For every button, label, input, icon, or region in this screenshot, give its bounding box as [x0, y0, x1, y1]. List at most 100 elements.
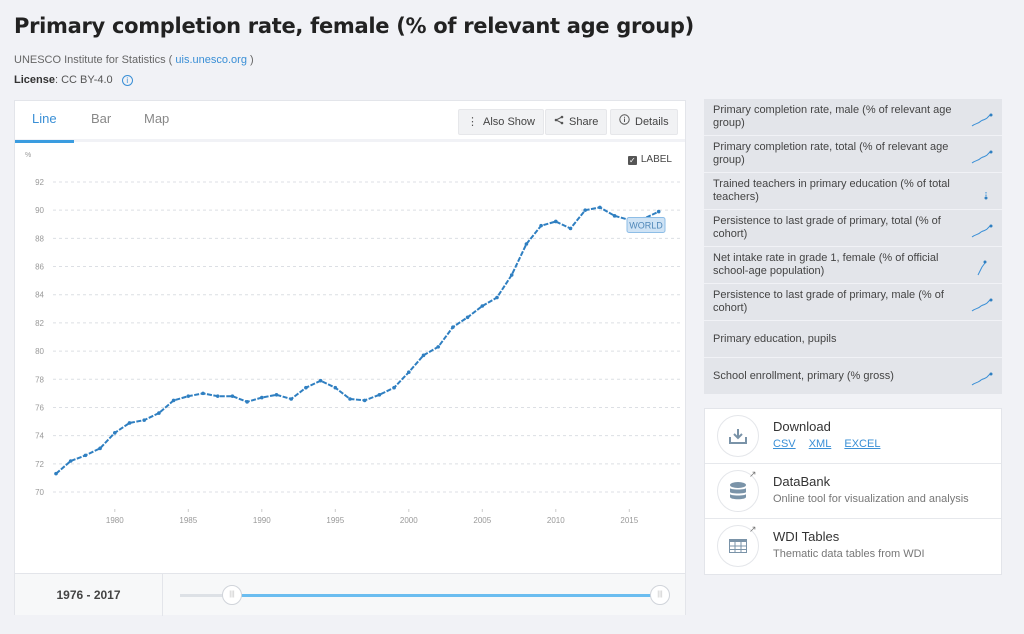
tools-panel: Download CSV XML EXCEL ↗ DataBank Online… [704, 408, 1002, 575]
data-point [157, 411, 161, 415]
license-label: License [14, 74, 55, 86]
data-point [83, 453, 88, 458]
download-csv-link[interactable]: CSV [773, 438, 796, 450]
range-slider-end-handle[interactable]: ||| [650, 585, 670, 605]
source-suffix: ) [250, 54, 254, 66]
x-tick-label: 1990 [253, 516, 271, 525]
y-tick-label: 80 [35, 347, 44, 356]
databank-tool[interactable]: ↗ DataBank Online tool for visualization… [705, 464, 1001, 519]
y-axis-unit-label: % [25, 152, 31, 159]
wdi-tables-subtitle: Thematic data tables from WDI [773, 548, 925, 560]
external-link-icon: ↗ [749, 524, 757, 534]
data-point [289, 397, 294, 401]
data-point [612, 214, 617, 218]
external-link-icon: ↗ [749, 469, 757, 479]
related-indicator-item[interactable]: Net intake rate in grade 1, female (% of… [704, 247, 1002, 284]
y-tick-label: 84 [35, 291, 44, 300]
related-indicator-item[interactable]: Primary completion rate, male (% of rele… [704, 99, 1002, 136]
x-tick-label: 2015 [620, 516, 638, 525]
y-tick-label: 72 [35, 460, 44, 469]
data-point [68, 459, 73, 463]
range-slider-start-handle[interactable]: ||| [222, 585, 242, 605]
y-tick-label: 70 [35, 488, 44, 497]
y-tick-label: 74 [35, 432, 44, 441]
license-line: License: CC BY-4.0 i [14, 74, 133, 86]
data-point [333, 385, 338, 390]
data-point [230, 394, 235, 398]
data-point [421, 353, 426, 358]
data-point [142, 418, 146, 422]
data-point [509, 273, 514, 277]
related-indicator-label: Persistence to last grade of primary, to… [713, 215, 941, 240]
y-tick-label: 76 [35, 403, 44, 412]
data-point [451, 325, 455, 329]
databank-subtitle: Online tool for visualization and analys… [773, 493, 969, 505]
data-point [127, 421, 132, 425]
data-point [186, 394, 191, 398]
wdi-tables-title[interactable]: WDI Tables [773, 529, 839, 544]
y-tick-label: 92 [35, 178, 44, 187]
data-point [171, 398, 176, 403]
y-tick-label: 86 [35, 263, 44, 272]
source-line: UNESCO Institute for Statistics ( uis.un… [14, 54, 254, 66]
license-value: : CC BY-4.0 [54, 74, 113, 86]
year-range: 1976 - 2017 [15, 574, 163, 616]
sparkline-icon [977, 260, 987, 276]
databank-title[interactable]: DataBank [773, 474, 830, 489]
data-point [554, 219, 558, 224]
data-point [201, 391, 205, 396]
data-point [54, 471, 58, 476]
data-point [568, 226, 573, 231]
data-point [598, 205, 602, 210]
download-xml-link[interactable]: XML [809, 438, 832, 450]
data-point [495, 295, 499, 300]
sparkline-icon [971, 298, 993, 312]
download-links: CSV XML EXCEL [773, 438, 890, 450]
series-line-world [55, 206, 660, 475]
data-point [407, 370, 411, 375]
info-icon[interactable]: i [121, 75, 133, 86]
related-indicator-label: School enrollment, primary (% gross) [713, 370, 894, 382]
wdi-tables-tool[interactable]: ↗ WDI Tables Thematic data tables from W… [705, 519, 1001, 574]
related-indicator-item[interactable]: Primary education, pupils [704, 321, 1002, 358]
x-tick-label: 1995 [326, 516, 344, 525]
data-point [304, 385, 308, 390]
x-tick-label: 2010 [547, 516, 565, 525]
sparkline-icon [971, 150, 993, 164]
related-indicator-label: Primary completion rate, male (% of rele… [713, 104, 952, 129]
y-tick-label: 82 [35, 319, 44, 328]
download-icon [717, 415, 759, 457]
sparkline-icon [971, 372, 993, 386]
related-indicator-label: Trained teachers in primary education (%… [713, 178, 950, 203]
page-title: Primary completion rate, female (% of re… [14, 14, 694, 38]
related-indicator-item[interactable]: Trained teachers in primary education (%… [704, 173, 1002, 210]
series-label: WORLD [629, 221, 663, 231]
x-tick-label: 1985 [179, 516, 197, 525]
sparkline-icon [971, 224, 993, 238]
data-point [362, 398, 367, 403]
related-indicator-item[interactable]: Persistence to last grade of primary, ma… [704, 284, 1002, 321]
data-point [583, 208, 587, 212]
related-indicator-label: Net intake rate in grade 1, female (% of… [713, 252, 939, 277]
range-slider-fill [232, 594, 660, 597]
data-point [318, 378, 323, 383]
download-tool: Download CSV XML EXCEL [705, 409, 1001, 464]
y-tick-label: 90 [35, 206, 44, 215]
related-indicator-item[interactable]: Persistence to last grade of primary, to… [704, 210, 1002, 247]
source-text: UNESCO Institute for Statistics ( [14, 54, 173, 66]
related-indicator-item[interactable]: School enrollment, primary (% gross) [704, 358, 1002, 395]
source-link[interactable]: uis.unesco.org [175, 54, 247, 66]
data-point [524, 242, 529, 246]
sparkline-icon [984, 192, 988, 200]
related-indicator-item[interactable]: Primary completion rate, total (% of rel… [704, 136, 1002, 173]
data-point [392, 385, 396, 390]
sparkline-icon [971, 113, 993, 127]
download-excel-link[interactable]: EXCEL [844, 438, 880, 450]
data-point [377, 392, 382, 397]
data-point [245, 400, 249, 404]
y-tick-label: 88 [35, 234, 44, 243]
related-indicator-label: Primary completion rate, total (% of rel… [713, 141, 949, 166]
download-title: Download [773, 419, 831, 434]
data-point [436, 345, 441, 349]
data-point [274, 392, 279, 397]
